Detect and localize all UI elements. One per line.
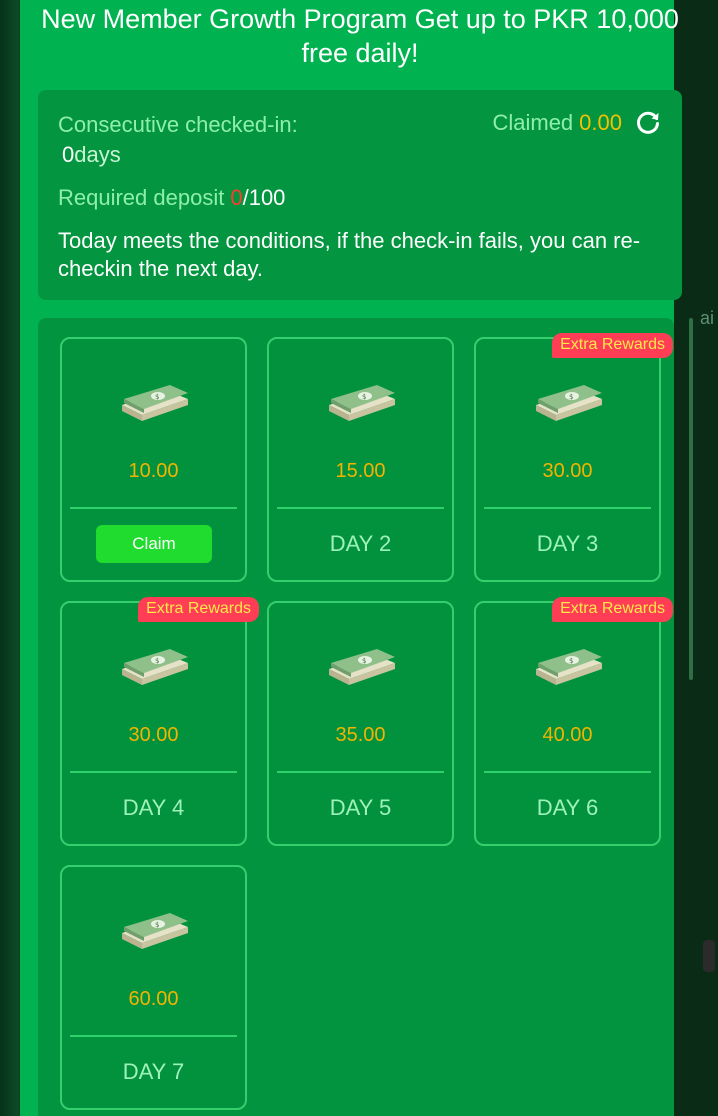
deposit-current: 0	[230, 185, 243, 210]
card-divider	[70, 1035, 237, 1037]
svg-text:$: $	[362, 657, 366, 665]
claimed-amount: Claimed 0.00	[492, 110, 622, 136]
money-stack-icon: $	[536, 385, 602, 421]
deposit-label: Required deposit	[58, 185, 225, 210]
day-amount: 40.00	[542, 724, 593, 746]
page-title: New Member Growth Program Get up to PKR …	[41, 4, 679, 68]
money-stack-icon: $	[329, 385, 395, 421]
svg-text:$: $	[362, 393, 366, 401]
day-card-2[interactable]: $ 15.00 DAY 2	[267, 337, 454, 582]
svg-text:$: $	[569, 657, 573, 665]
card-divider	[484, 507, 651, 509]
day-amount: 30.00	[128, 724, 179, 746]
day-card-5[interactable]: $ 35.00 DAY 5	[267, 601, 454, 846]
day-label: DAY 5	[329, 795, 392, 820]
card-divider	[277, 771, 444, 773]
day-amount: 30.00	[542, 460, 593, 482]
card-divider	[70, 507, 237, 509]
consecutive-days-count: 0	[62, 142, 75, 167]
day-card-4[interactable]: Extra Rewards $ 30.00 DAY 4	[60, 597, 259, 846]
day-label: DAY 4	[122, 795, 185, 820]
day-label: DAY 2	[329, 531, 392, 556]
day-label: DAY 3	[536, 531, 599, 556]
consecutive-days-unit: days	[74, 142, 121, 167]
extra-rewards-badge: Extra Rewards	[138, 597, 259, 622]
required-deposit: Required deposit 0/100	[58, 185, 285, 211]
day-amount: 15.00	[335, 460, 386, 482]
day-label: DAY 7	[122, 1059, 185, 1084]
day-card-1[interactable]: $ 10.00 Claim	[60, 337, 247, 582]
day-amount: 60.00	[128, 988, 179, 1010]
card-divider	[484, 771, 651, 773]
day-amount: 10.00	[128, 460, 179, 482]
day-label: DAY 6	[536, 795, 599, 820]
card-divider	[70, 771, 237, 773]
card-divider	[277, 507, 444, 509]
claimed-label: Claimed	[492, 110, 574, 135]
deposit-total: /100	[242, 185, 286, 210]
side-handle[interactable]	[703, 940, 715, 972]
day-amount: 35.00	[335, 724, 386, 746]
refresh-icon[interactable]	[634, 108, 662, 136]
consecutive-days: 0days	[62, 142, 121, 168]
money-stack-icon: $	[122, 649, 188, 685]
claimed-value: 0.00	[579, 110, 622, 135]
checkin-notice: Today meets the conditions, if the check…	[58, 228, 641, 281]
checkin-status-card: Consecutive checked-in: 0days Claimed 0.0…	[38, 90, 682, 300]
money-stack-icon: $	[536, 649, 602, 685]
svg-text:$: $	[155, 393, 159, 401]
daily-rewards-grid: $ 10.00 Claim $ 15.00 DAY 2 Extra Reward…	[38, 318, 674, 1116]
consecutive-label: Consecutive checked-in:	[58, 112, 298, 137]
day-card-6[interactable]: Extra Rewards $ 40.00 DAY 6	[474, 597, 673, 846]
background-partial-text: ai	[700, 308, 715, 328]
svg-text:$: $	[569, 393, 573, 401]
extra-rewards-badge: Extra Rewards	[552, 333, 673, 358]
svg-text:$: $	[155, 921, 159, 929]
day-card-7[interactable]: $ 60.00 DAY 7	[60, 865, 247, 1110]
money-stack-icon: $	[329, 649, 395, 685]
svg-text:$: $	[155, 657, 159, 665]
money-stack-icon: $	[122, 385, 188, 421]
claim-button[interactable]: Claim	[96, 525, 212, 563]
money-stack-icon: $	[122, 913, 188, 949]
extra-rewards-badge: Extra Rewards	[552, 597, 673, 622]
scrollbar[interactable]	[689, 318, 693, 680]
day-card-3[interactable]: Extra Rewards $ 30.00 DAY 3	[474, 333, 673, 582]
